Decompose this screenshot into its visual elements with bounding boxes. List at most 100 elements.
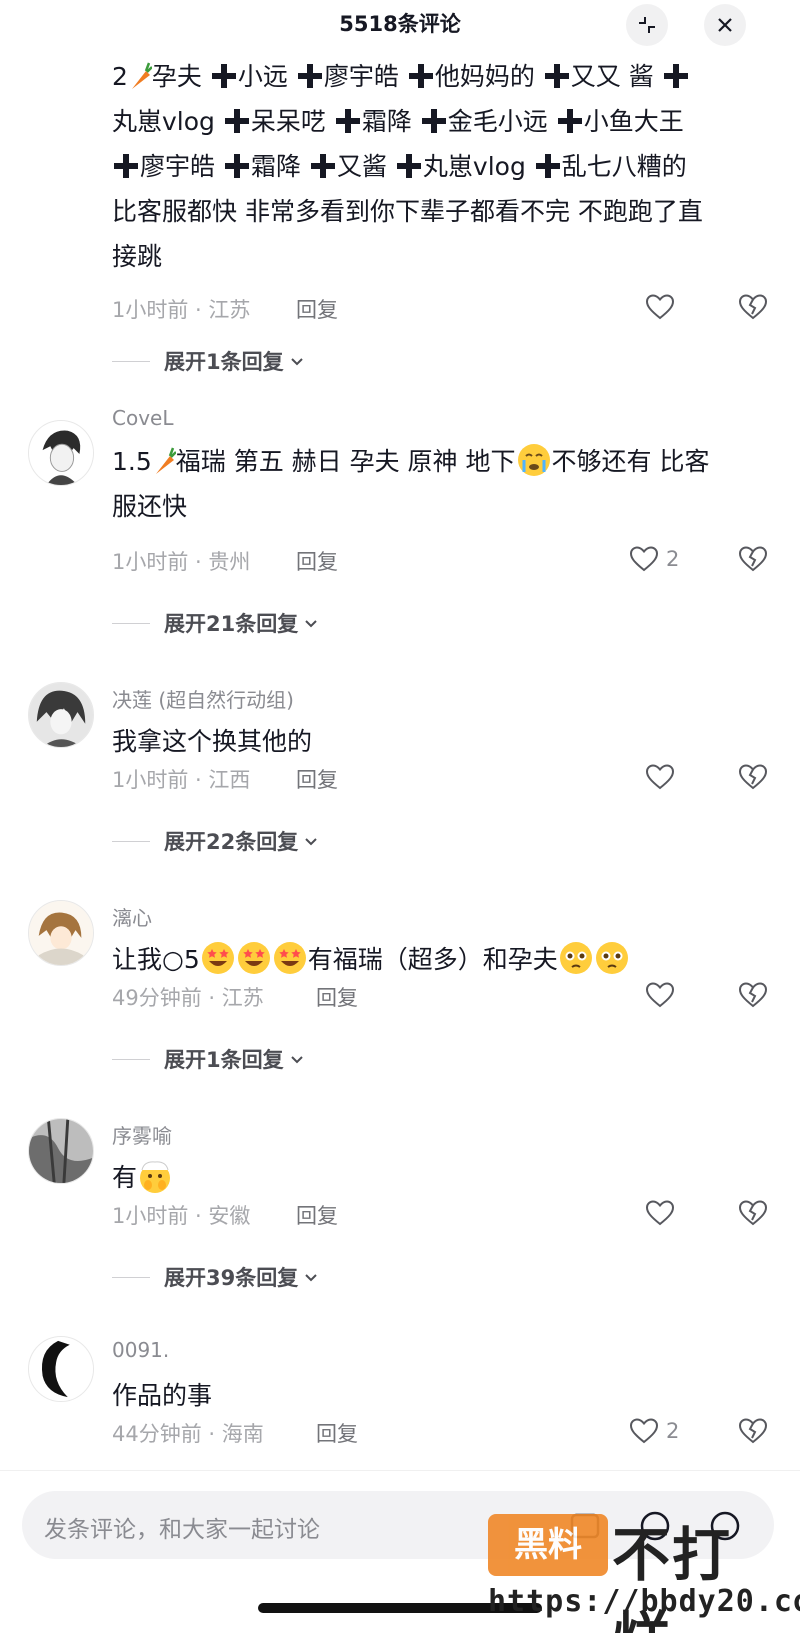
dislike-button[interactable] xyxy=(737,761,769,793)
watermark-badge: 黑料 xyxy=(488,1514,608,1576)
watermark-url: https://bbdy20.com xyxy=(488,1584,800,1619)
comment-time-location: 1小时前 · 江苏 xyxy=(112,298,251,322)
expand-replies-button[interactable]: 展开39条回复 xyxy=(112,1262,320,1292)
comment-text-part: 霜降 xyxy=(361,107,412,136)
reply-button[interactable]: 回复 xyxy=(296,294,338,324)
broken-heart-icon xyxy=(738,982,768,1008)
comment-text-part: 服还快 xyxy=(112,492,188,521)
plus-icon xyxy=(114,154,138,178)
close-icon xyxy=(718,18,732,32)
comment-username[interactable]: 漓心 xyxy=(112,902,152,931)
avatar[interactable] xyxy=(28,1336,94,1402)
expand-replies-button[interactable]: 展开22条回复 xyxy=(112,826,320,856)
comment-text-part: 乱七八糟的 xyxy=(561,152,687,181)
expand-replies-label: 展开1条回复 xyxy=(164,1048,284,1072)
comment-text-part: 接跳 xyxy=(112,242,163,271)
comment-text-part: 廖宇皓 xyxy=(323,62,399,91)
comment-time-location: 1小时前 · 江西 xyxy=(112,768,251,792)
reply-button[interactable]: 回复 xyxy=(316,982,358,1012)
plus-icon xyxy=(557,109,582,133)
reply-button[interactable]: 回复 xyxy=(296,1200,338,1230)
collapse-button[interactable] xyxy=(626,4,668,46)
comment-text-part: 2 xyxy=(112,62,128,91)
like-button[interactable]: 2 xyxy=(628,543,679,575)
comment-text-part: 呆呆呓 xyxy=(250,107,326,136)
pleading-face-emoji xyxy=(559,942,592,974)
divider-line xyxy=(112,1276,150,1278)
like-count: 2 xyxy=(666,1419,680,1443)
plus-icon xyxy=(535,154,560,178)
watermark: 黑料 不打烊 https://bbdy20.com xyxy=(488,1508,800,1633)
divider-line xyxy=(112,840,150,842)
heart-icon xyxy=(645,764,675,790)
plus-icon xyxy=(544,64,569,88)
chevron-down-icon xyxy=(290,1056,303,1064)
comment-text-part: 霜降 xyxy=(250,152,301,181)
collapse-icon xyxy=(639,17,655,33)
comment-text-part: 有福瑞（超多）和孕夫 xyxy=(307,945,558,974)
reply-button[interactable]: 回复 xyxy=(296,546,338,576)
plus-icon xyxy=(408,64,433,88)
plus-icon xyxy=(211,64,236,88)
plus-icon xyxy=(224,109,249,133)
dislike-button[interactable] xyxy=(737,291,769,323)
reply-button[interactable]: 回复 xyxy=(296,764,338,794)
broken-heart-icon xyxy=(738,294,768,320)
plus-icon xyxy=(335,109,360,133)
sheep-hands-emoji xyxy=(140,1161,171,1193)
comment-username[interactable]: 序雾喻 xyxy=(112,1120,172,1149)
comment-text-part: 丸崽vlog xyxy=(112,107,215,136)
chevron-down-icon xyxy=(290,358,303,366)
heart-icon xyxy=(629,1418,659,1444)
plus-icon xyxy=(310,154,335,178)
star-struck-emoji xyxy=(273,942,306,974)
comment-text-part: 廖宇皓 xyxy=(140,152,216,181)
expand-replies-button[interactable]: 展开21条回复 xyxy=(112,608,320,638)
broken-heart-icon xyxy=(738,1418,768,1444)
dislike-button[interactable] xyxy=(737,1197,769,1229)
avatar[interactable] xyxy=(28,420,94,486)
star-struck-emoji xyxy=(201,942,234,974)
like-button[interactable] xyxy=(644,761,682,793)
comment-username[interactable]: 决莲 (超自然行动组) xyxy=(112,684,294,713)
plus-icon xyxy=(297,64,322,88)
broken-heart-icon xyxy=(738,546,768,572)
comment-text-part: 1.5 xyxy=(112,447,152,476)
dislike-button[interactable] xyxy=(737,1415,769,1447)
comment-text: 我拿这个换其他的 xyxy=(112,727,313,756)
comment-text: 1.5 福瑞 第五 赫日 孕夫 原神 地下 不够还有 比客 服还快 xyxy=(112,439,772,529)
comment-text-part: 不够还有 比客 xyxy=(551,447,710,476)
comment-text-part: 金毛小远 xyxy=(447,107,548,136)
broken-heart-icon xyxy=(738,764,768,790)
comment-text-part: 他妈妈的 xyxy=(434,62,535,91)
comment-username[interactable]: CoveL xyxy=(112,406,173,430)
crying-face-emoji xyxy=(517,444,550,476)
expand-replies-label: 展开22条回复 xyxy=(164,830,299,854)
star-struck-emoji xyxy=(237,942,270,974)
carrot-emoji xyxy=(131,62,152,89)
reply-button[interactable]: 回复 xyxy=(316,1418,358,1448)
avatar[interactable] xyxy=(28,682,94,748)
expand-replies-label: 展开21条回复 xyxy=(164,612,299,636)
expand-replies-button[interactable]: 展开1条回复 xyxy=(112,1044,306,1074)
comment-text-part: 小鱼大王 xyxy=(583,107,684,136)
like-button[interactable] xyxy=(644,291,682,323)
divider-line xyxy=(112,360,150,362)
comment-username[interactable]: 0091. xyxy=(112,1338,169,1362)
comment-text-part: 孕夫 xyxy=(151,62,202,91)
carrot-emoji xyxy=(155,447,176,474)
dislike-button[interactable] xyxy=(737,543,769,575)
expand-replies-button[interactable]: 展开1条回复 xyxy=(112,346,306,376)
comment-text: 2 孕夫 小远 廖宇皓 他妈妈的 又又 酱 丸崽vlog 呆呆呓 霜降 金毛小远 … xyxy=(112,54,772,279)
comment-time-location: 1小时前 · 贵州 xyxy=(112,550,251,574)
avatar[interactable] xyxy=(28,900,94,966)
comment-time-location: 44分钟前 · 海南 xyxy=(112,1422,264,1446)
dislike-button[interactable] xyxy=(737,979,769,1011)
close-button[interactable] xyxy=(704,4,746,46)
like-button[interactable] xyxy=(644,979,682,1011)
like-button[interactable]: 2 xyxy=(628,1415,679,1447)
comment-text-part: 又又 酱 xyxy=(570,62,654,91)
avatar[interactable] xyxy=(28,1118,94,1184)
comment-text-part: 让我○5 xyxy=(112,945,200,974)
like-button[interactable] xyxy=(644,1197,682,1229)
